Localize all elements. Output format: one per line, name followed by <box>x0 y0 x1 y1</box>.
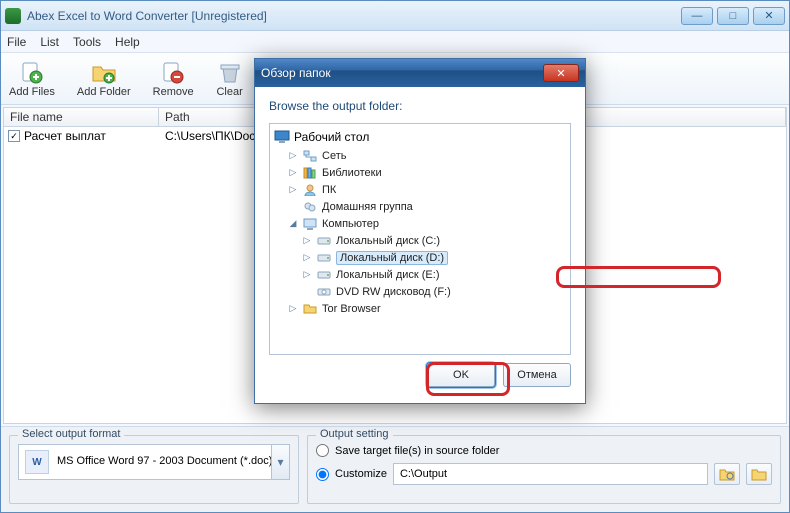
remove-button[interactable]: Remove <box>153 60 194 98</box>
tree-item-disk-c[interactable]: ▷ Локальный диск (C:) <box>274 232 566 249</box>
titlebar: Abex Excel to Word Converter [Unregister… <box>1 1 789 31</box>
radio-customize[interactable] <box>316 468 329 481</box>
tree-item-computer[interactable]: ◢ Компьютер <box>274 215 566 232</box>
expand-icon[interactable]: ▷ <box>288 184 298 195</box>
dvd-drive-icon <box>316 285 332 299</box>
dialog-button-row: OK Отмена <box>269 355 571 395</box>
tree-item-disk-e[interactable]: ▷ Локальный диск (E:) <box>274 266 566 283</box>
computer-icon <box>302 217 318 231</box>
network-icon <box>302 149 318 163</box>
tree-item-pc[interactable]: ▷ ПК <box>274 181 566 198</box>
row-name: Расчет выплат <box>24 129 106 143</box>
menu-tools[interactable]: Tools <box>73 35 101 49</box>
radio-customize-label: Customize <box>335 468 387 480</box>
radio-source-folder[interactable] <box>316 444 329 457</box>
browse-folder-button[interactable] <box>714 463 740 485</box>
tree-item-libraries[interactable]: ▷ Библиотеки <box>274 164 566 181</box>
menu-help[interactable]: Help <box>115 35 140 49</box>
dialog-label: Browse the output folder: <box>269 99 571 113</box>
tree-item-network[interactable]: ▷ Сеть <box>274 147 566 164</box>
expand-icon[interactable]: ▷ <box>302 235 312 246</box>
add-files-button[interactable]: Add Files <box>9 60 55 98</box>
expand-icon[interactable]: ▷ <box>288 150 298 161</box>
clear-button[interactable]: Clear <box>216 60 244 98</box>
dialog-title: Обзор папок <box>261 66 543 80</box>
dialog-body: Browse the output folder: Рабочий стол ▷… <box>255 87 585 403</box>
tree-root[interactable]: Рабочий стол <box>274 130 566 144</box>
ok-button[interactable]: OK <box>427 363 495 387</box>
expand-icon[interactable]: ▷ <box>302 269 312 280</box>
expand-icon[interactable]: ▷ <box>288 167 298 178</box>
output-group: Output setting Save target file(s) in so… <box>307 435 781 504</box>
browse-folder-dialog: Обзор папок ✕ Browse the output folder: … <box>254 58 586 404</box>
add-folder-button[interactable]: Add Folder <box>77 60 131 98</box>
file-plus-icon <box>18 60 46 86</box>
combo-label: MS Office Word 97 - 2003 Document (*.doc… <box>57 455 272 468</box>
dialog-titlebar[interactable]: Обзор папок ✕ <box>255 59 585 87</box>
open-folder-button[interactable] <box>746 463 772 485</box>
folder-open-icon <box>751 467 767 481</box>
menu-list[interactable]: List <box>40 35 59 49</box>
bottom-panel: Select output format W MS Office Word 97… <box>1 426 789 512</box>
window-title: Abex Excel to Word Converter [Unregister… <box>27 9 681 23</box>
file-minus-icon <box>159 60 187 86</box>
tree-item-homegroup[interactable]: Домашняя группа <box>274 198 566 215</box>
word-icon: W <box>25 450 49 474</box>
expand-icon[interactable]: ▷ <box>288 303 298 314</box>
format-group-title: Select output format <box>18 428 124 440</box>
expand-icon[interactable]: ▷ <box>302 252 312 263</box>
libraries-icon <box>302 166 318 180</box>
drive-icon <box>316 268 332 282</box>
desktop-icon <box>274 130 290 144</box>
app-icon <box>5 8 21 24</box>
window-buttons: — □ ✕ <box>681 7 785 25</box>
homegroup-icon <box>302 200 318 214</box>
tree-item-disk-d[interactable]: ▷ Локальный диск (D:) <box>274 249 566 266</box>
format-group: Select output format W MS Office Word 97… <box>9 435 299 504</box>
folder-plus-icon <box>90 60 118 86</box>
collapse-icon[interactable]: ◢ <box>288 218 298 229</box>
row-path: C:\Users\ПК\Doc <box>159 129 255 143</box>
tree-item-tor[interactable]: ▷ Tor Browser <box>274 300 566 317</box>
folder-tree[interactable]: Рабочий стол ▷ Сеть ▷ Библиотеки ▷ ПК Д <box>269 123 571 355</box>
dialog-close-button[interactable]: ✕ <box>543 64 579 82</box>
chevron-down-icon[interactable]: ▾ <box>271 445 289 479</box>
user-icon <box>302 183 318 197</box>
cancel-button[interactable]: Отмена <box>503 363 571 387</box>
menubar: File List Tools Help <box>1 31 789 53</box>
close-button[interactable]: ✕ <box>753 7 785 25</box>
trash-icon <box>216 60 244 86</box>
radio-source-label: Save target file(s) in source folder <box>335 445 499 457</box>
maximize-button[interactable]: □ <box>717 7 749 25</box>
output-group-title: Output setting <box>316 428 393 440</box>
menu-file[interactable]: File <box>7 35 26 49</box>
output-path-field[interactable]: C:\Output <box>393 463 708 485</box>
output-format-combo[interactable]: W MS Office Word 97 - 2003 Document (*.d… <box>18 444 290 480</box>
folder-icon <box>302 302 318 316</box>
minimize-button[interactable]: — <box>681 7 713 25</box>
folder-search-icon <box>719 467 735 481</box>
col-header-name[interactable]: File name <box>4 108 159 126</box>
tree-item-dvd[interactable]: DVD RW дисковод (F:) <box>274 283 566 300</box>
drive-icon <box>316 234 332 248</box>
row-checkbox[interactable]: ✓ <box>8 130 20 142</box>
drive-icon <box>316 251 332 265</box>
